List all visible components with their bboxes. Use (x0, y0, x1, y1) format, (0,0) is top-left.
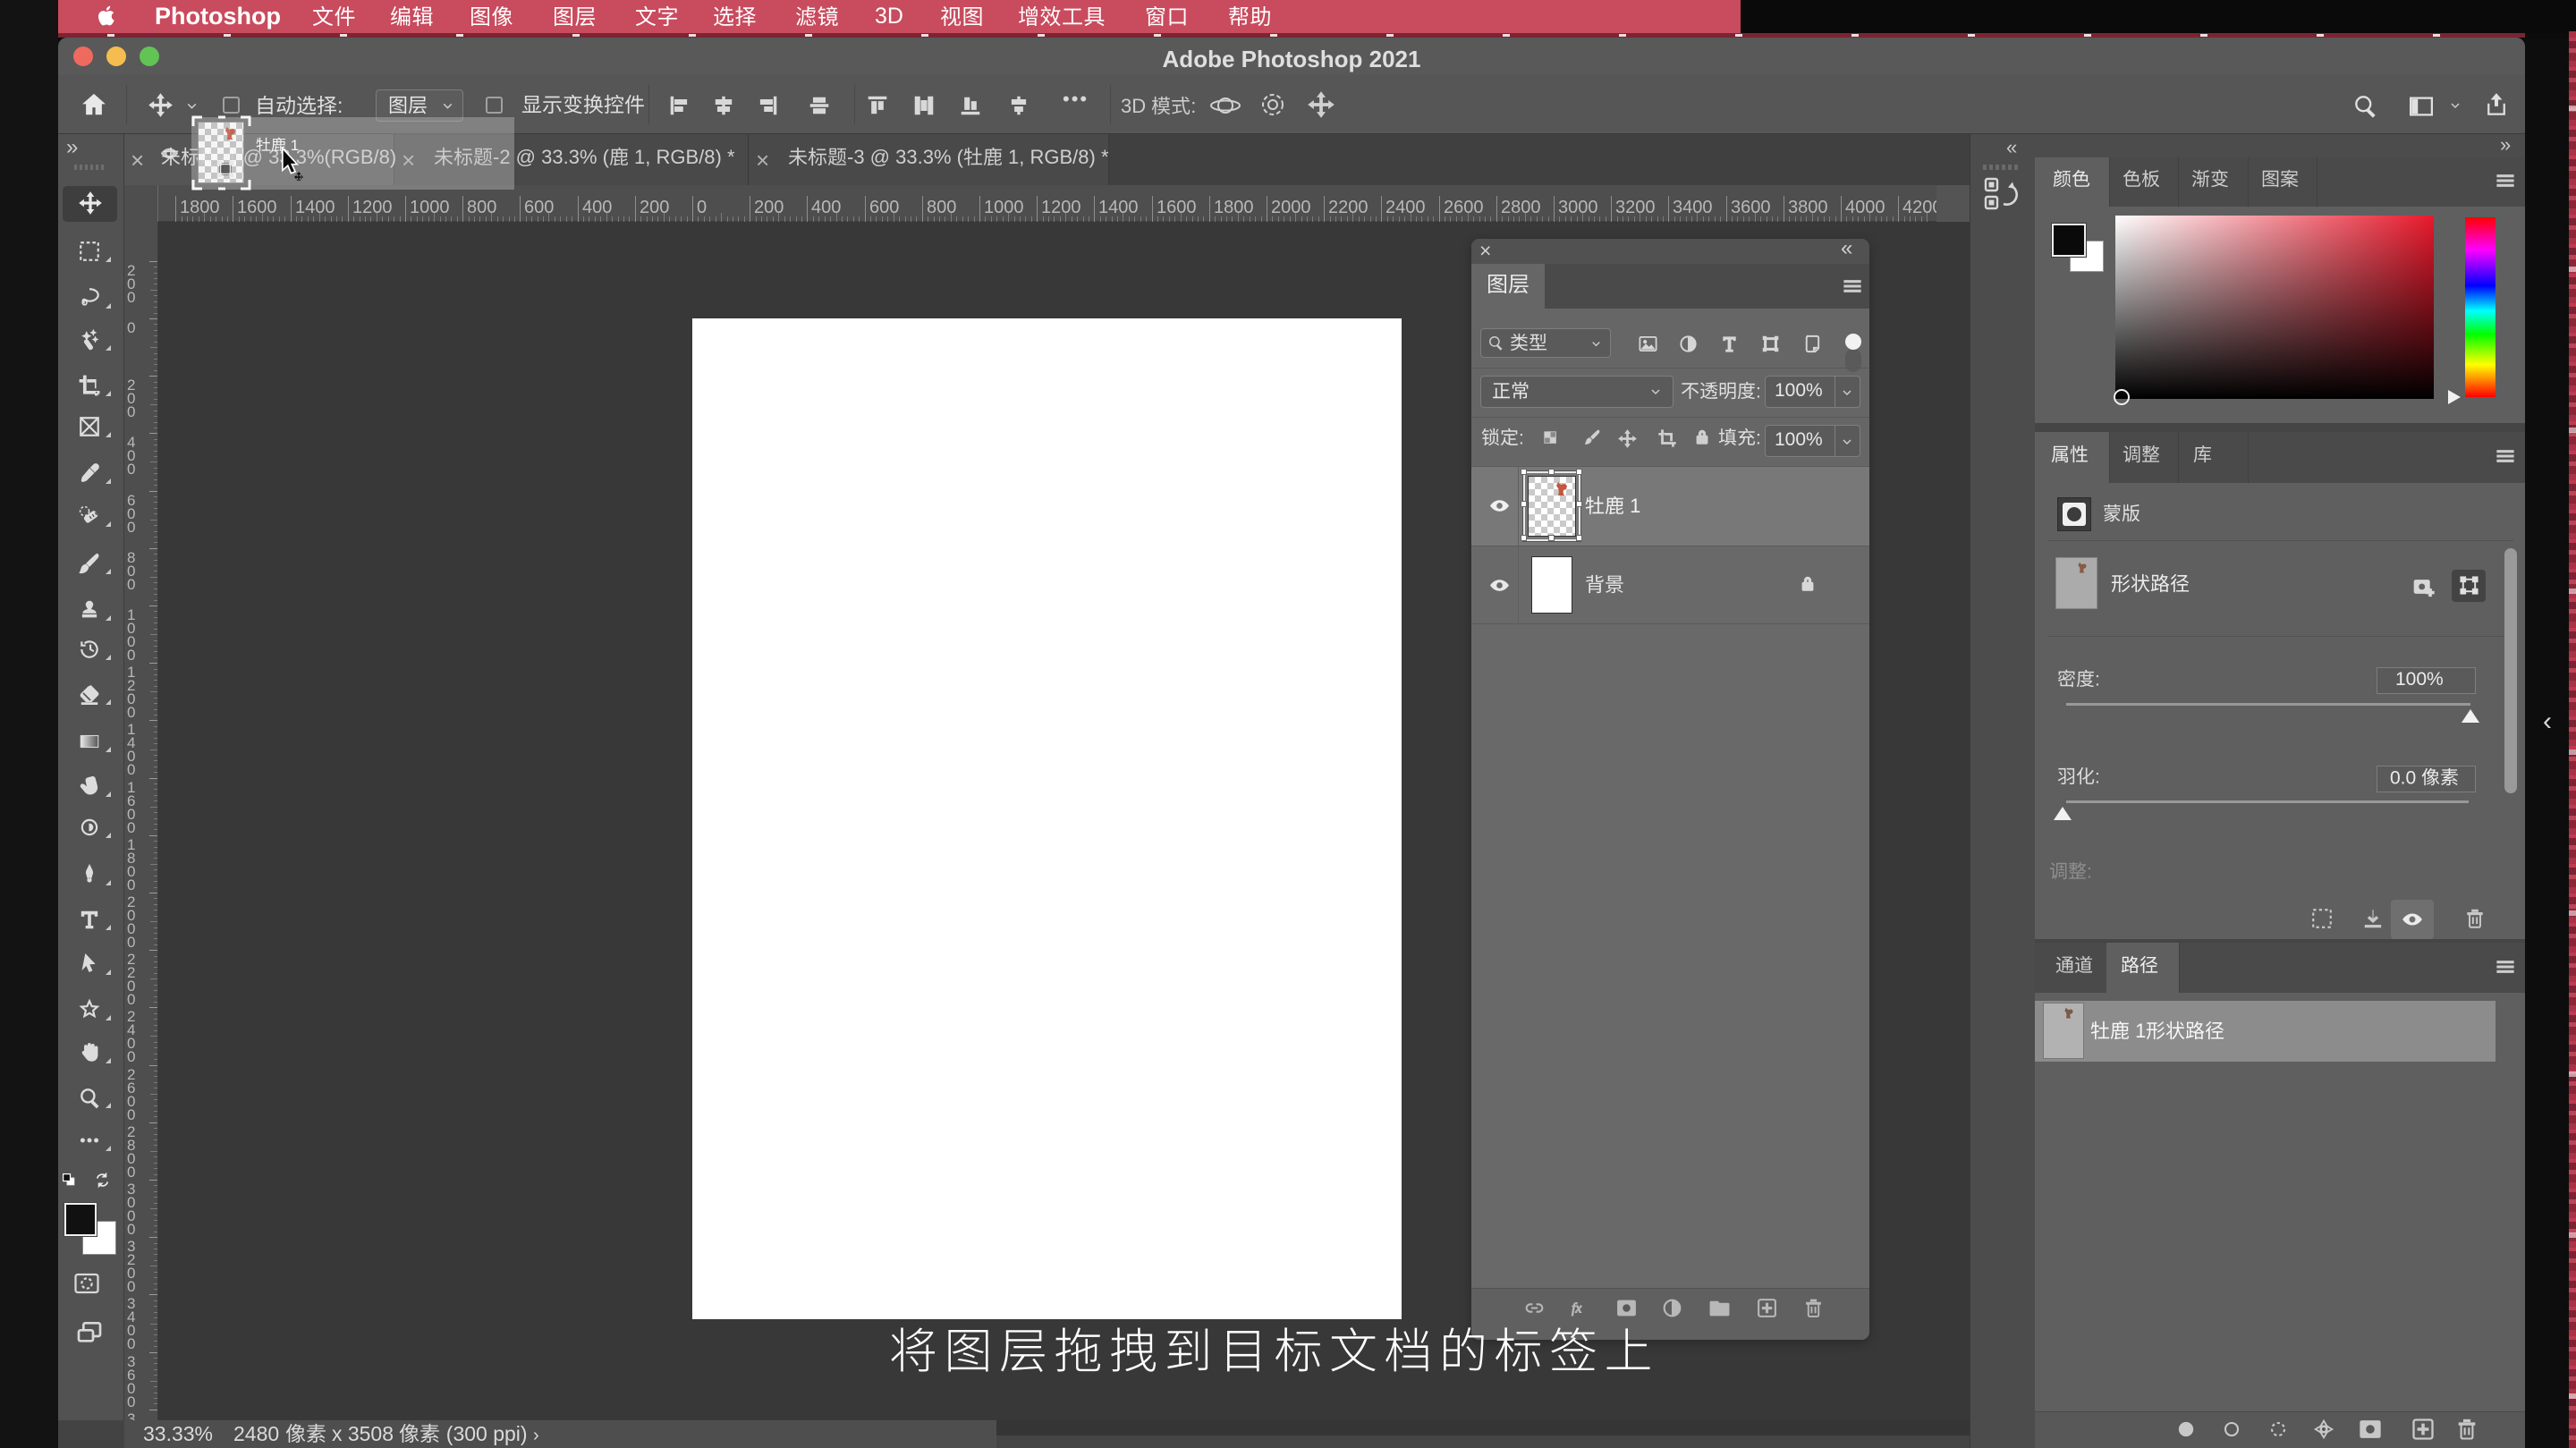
svg-text:fx: fx (1572, 1301, 1581, 1317)
